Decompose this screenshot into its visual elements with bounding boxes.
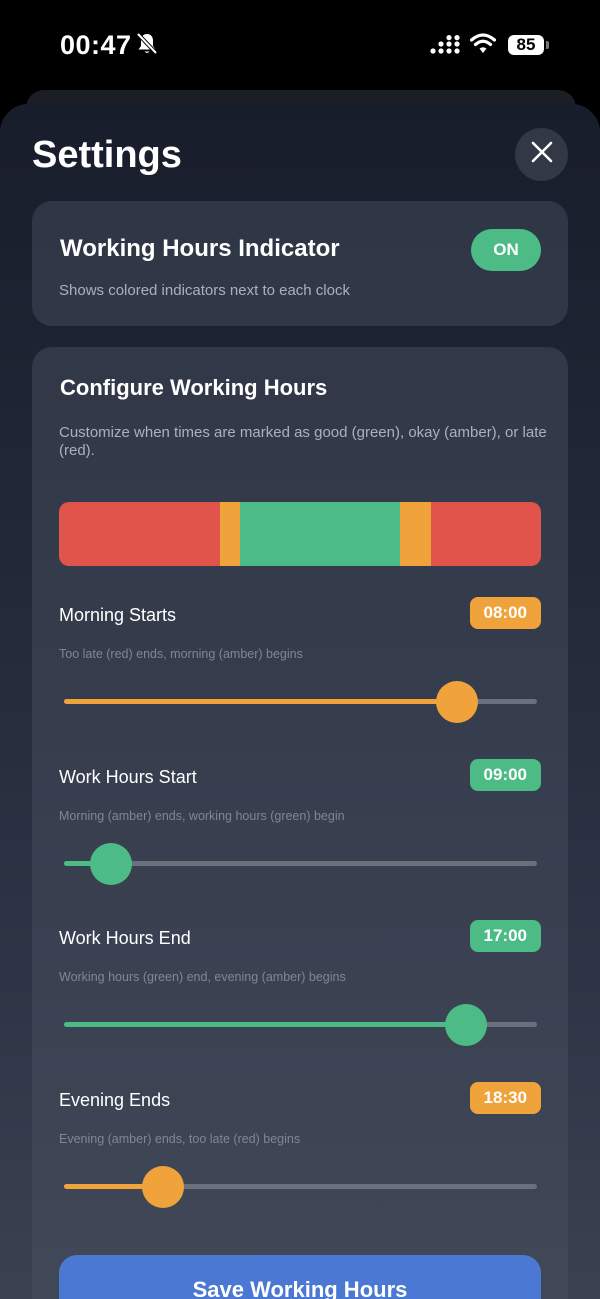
timeline-segment xyxy=(430,502,541,566)
battery-tip xyxy=(546,41,549,49)
bell-slash-icon xyxy=(136,32,158,61)
battery-icon: 85 xyxy=(508,35,544,55)
setting-morning-starts: Morning Starts 08:00 Too late (red) ends… xyxy=(32,597,568,755)
setting-evening-ends: Evening Ends 18:30 Evening (amber) ends,… xyxy=(32,1082,568,1240)
indicator-toggle[interactable]: ON xyxy=(471,229,541,271)
time-badge: 08:00 xyxy=(469,597,541,629)
settings-sheet: Settings Working Hours Indicator Shows c… xyxy=(0,104,600,1299)
slider-track[interactable] xyxy=(64,681,537,723)
setting-work-hours-start: Work Hours Start 09:00 Morning (amber) e… xyxy=(32,759,568,917)
close-button[interactable] xyxy=(515,128,568,181)
slider-thumb[interactable] xyxy=(435,681,478,723)
setting-help: Morning (amber) ends, working hours (gre… xyxy=(59,809,345,823)
slider-track[interactable] xyxy=(64,843,537,885)
status-time: 00:47 xyxy=(60,30,132,60)
time-badge: 09:00 xyxy=(469,759,541,791)
timeline-segment xyxy=(59,502,220,566)
indicator-description: Shows colored indicators next to each cl… xyxy=(59,282,350,299)
setting-help: Working hours (green) end, evening (ambe… xyxy=(59,970,346,984)
timeline-segment xyxy=(219,502,240,566)
signal-icon xyxy=(430,35,462,60)
configure-description: Customize when times are marked as good … xyxy=(59,424,547,459)
indicator-title: Working Hours Indicator xyxy=(60,235,340,262)
slider-thumb[interactable] xyxy=(445,1004,488,1046)
configure-title: Configure Working Hours xyxy=(60,375,328,400)
setting-label: Work Hours Start xyxy=(59,767,197,787)
slider-track[interactable] xyxy=(64,1004,537,1046)
time-badge: 17:00 xyxy=(469,920,541,952)
timeline-segment xyxy=(400,502,431,566)
save-working-hours-button[interactable]: Save Working Hours xyxy=(59,1255,541,1299)
slider-thumb[interactable] xyxy=(142,1166,185,1208)
hours-timeline-bar xyxy=(59,502,541,566)
slider-thumb[interactable] xyxy=(90,843,133,885)
working-hours-indicator-card: Working Hours Indicator Shows colored in… xyxy=(32,201,568,326)
slider-fill xyxy=(64,1022,467,1027)
slider-fill xyxy=(64,699,457,704)
wifi-icon xyxy=(469,33,497,60)
close-icon xyxy=(531,141,553,168)
configure-working-hours-card: Configure Working Hours Customize when t… xyxy=(32,347,568,1299)
time-badge: 18:30 xyxy=(469,1082,541,1114)
setting-work-hours-end: Work Hours End 17:00 Working hours (gree… xyxy=(32,920,568,1078)
setting-label: Evening Ends xyxy=(59,1090,171,1110)
status-bar: 00:47 85 xyxy=(0,0,600,90)
page-title: Settings xyxy=(32,134,182,176)
timeline-segment xyxy=(239,502,401,566)
setting-help: Evening (amber) ends, too late (red) beg… xyxy=(59,1132,301,1146)
setting-help: Too late (red) ends, morning (amber) beg… xyxy=(59,647,303,661)
slider-track[interactable] xyxy=(64,1166,537,1208)
setting-label: Work Hours End xyxy=(59,928,191,948)
setting-label: Morning Starts xyxy=(59,605,177,625)
